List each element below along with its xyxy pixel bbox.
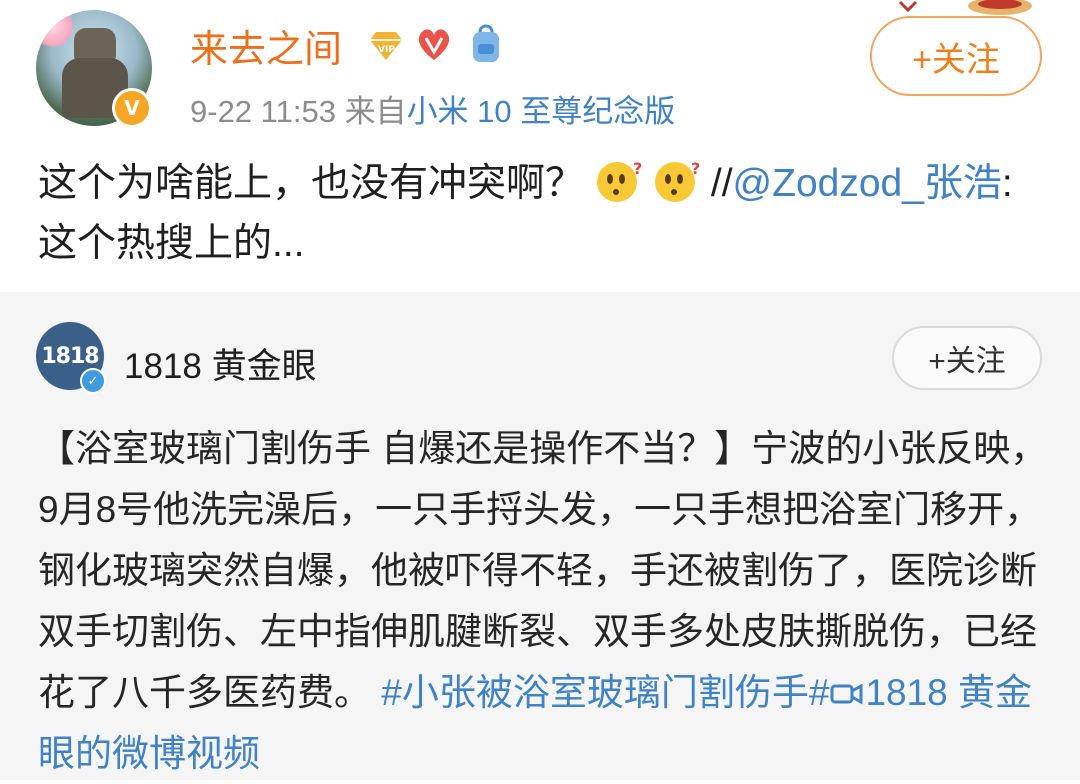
thinking-face-icon: ? xyxy=(654,159,700,202)
svg-text:?: ? xyxy=(691,159,700,178)
post-source-prefix: 来自 xyxy=(344,94,407,129)
repost-follow-button[interactable]: +关注 xyxy=(892,326,1042,390)
backpack-badge-icon xyxy=(473,24,499,62)
weibo-post: V 来去之间 VIP 9-22 11:53 来自小米 10 至尊纪念版 +关注 … xyxy=(0,0,1080,292)
post-text: 这个为啥能上，也没有冲突啊？ xyxy=(38,162,585,205)
video-camera-icon xyxy=(830,683,863,705)
follow-button[interactable]: +关注 xyxy=(870,16,1042,96)
reposted-card[interactable]: 1818 ✓ 1818 黄金眼 +关注 【浴室玻璃门割伤手 自爆还是操作不当？】… xyxy=(0,292,1080,780)
post-time: 9-22 11:53 xyxy=(190,94,336,129)
post-content: 这个为啥能上，也没有冲突啊？ ? ? //@Zodzod_张浩:这个热搜上的..… xyxy=(38,154,1048,274)
vip-badge-icon: VIP xyxy=(370,32,402,60)
repost-content: 【浴室玻璃门割伤手 自爆还是操作不当？】宁波的小张反映，9月8号他洗完澡后，一只… xyxy=(38,418,1048,784)
flower-decoration xyxy=(36,10,74,48)
username[interactable]: 来去之间 xyxy=(190,18,342,73)
repost-author-name[interactable]: 1818 黄金眼 xyxy=(124,338,317,389)
verified-v-badge: V xyxy=(112,88,152,128)
repost-body-text: 【浴室玻璃门割伤手 自爆还是操作不当？】宁波的小张反映，9月8号他洗完澡后，一只… xyxy=(38,428,1048,713)
post-device[interactable]: 小米 10 至尊纪念版 xyxy=(407,94,676,129)
verified-blue-badge: ✓ xyxy=(80,368,106,394)
svg-text:VIP: VIP xyxy=(378,45,395,55)
post-meta: 9-22 11:53 来自小米 10 至尊纪念版 xyxy=(190,86,675,131)
thinking-face-icon: ? xyxy=(596,159,642,202)
svg-text:?: ? xyxy=(633,159,642,178)
mention-link[interactable]: @Zodzod_张浩 xyxy=(733,162,1002,205)
hashtag-link[interactable]: #小张被浴室玻璃门割伤手# xyxy=(381,672,829,713)
decorative-sticker-icon xyxy=(898,0,1032,15)
heart-badge-icon xyxy=(418,29,450,60)
repost-separator: // xyxy=(710,162,733,205)
